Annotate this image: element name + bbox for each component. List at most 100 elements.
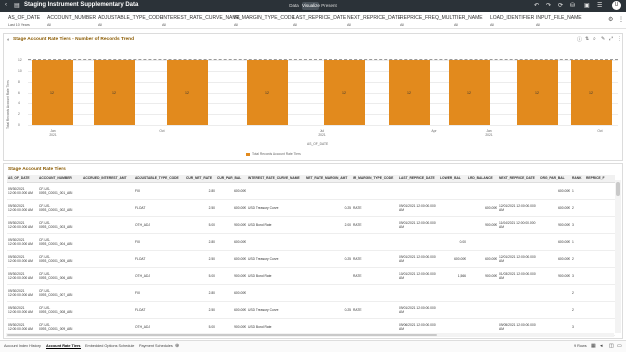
table-cell: 3 [571, 216, 585, 234]
legend-swatch [246, 153, 250, 156]
refresh-icon[interactable]: ⟳ [558, 2, 563, 9]
more-icon[interactable]: ⋮ [618, 16, 624, 23]
tab-account-index-history[interactable]: Account Index History [4, 344, 41, 348]
table-cell: FIX [134, 182, 185, 200]
table-cell: CF-US-0093_C0001_003_ABI [38, 216, 82, 234]
column-header[interactable]: LAST_REPRICE_DATE [398, 175, 439, 183]
filter-as-of-date[interactable]: AS_OF_DATE Last 10 Years [8, 15, 40, 27]
workbook-icon: ▤ [14, 3, 20, 9]
filter-interest-rate-curve-name[interactable]: INTEREST_RATE_CURVE_NAME All [162, 15, 240, 27]
prev-icon[interactable]: ◂ [600, 343, 603, 349]
table-cell: 09/01/2021 12:00:00.000 AM [398, 301, 439, 319]
table-row[interactable]: 09/30/2021 12:00:00.000 AM CF-US-0093_C00… [7, 301, 615, 319]
table-cell: USD Treasury Curve [247, 301, 305, 319]
table-row[interactable]: 09/30/2021 12:00:00.000 AM CF-US-0093_C00… [7, 250, 615, 268]
column-header[interactable]: ADJUSTABLE_TYPE_CODE [134, 175, 185, 183]
table-row[interactable]: 09/30/2021 12:00:00.000 AM CF-US-0093_C00… [7, 284, 615, 302]
chart-edit-icon[interactable]: ✎ [601, 36, 605, 42]
table-cell: 09/30/2021 12:00:00.000 AM [7, 233, 38, 251]
column-header[interactable]: NEXT_REPRICE_DATE [498, 175, 539, 183]
column-header[interactable]: RANK [571, 175, 585, 183]
column-header[interactable]: CUR_NET_RATE [185, 175, 216, 183]
x-axis-label: AS_OF_DATE [307, 142, 329, 146]
grid-icon[interactable]: ▦ [591, 343, 596, 349]
filter-tier-name[interactable]: TIER_NAME All [454, 15, 483, 27]
column-header[interactable]: INTEREST_RATE_CURVE_NAME [247, 175, 305, 183]
table-row[interactable]: 09/30/2021 12:00:00.000 AM CF-US-0093_C00… [7, 182, 615, 200]
table-cell [82, 233, 134, 251]
column-header[interactable]: LOWER_BAL [439, 175, 467, 183]
table-cell [498, 182, 539, 200]
back-icon[interactable]: ‹ [5, 2, 7, 8]
page-title: Staging Instrument Supplementary Data [24, 2, 139, 8]
column-header[interactable]: REPRICE_F [585, 175, 615, 183]
table-row[interactable]: 09/30/2021 12:00:00.000 AM CF-US-0093_C00… [7, 233, 615, 251]
data-icon[interactable]: ⛁ [570, 2, 575, 9]
chart-more-icon[interactable]: ⋮ [617, 36, 622, 42]
column-header[interactable]: ACCRUED_INTEREST_AMT [82, 175, 134, 183]
column-header[interactable]: CUR_PAR_BAL [216, 175, 247, 183]
table-cell: 600.00€ [216, 233, 247, 251]
table-cell: CF-US-0093_C0001_002_ABI [38, 199, 82, 217]
tab-account-rate-tiers[interactable]: Account Rate Tiers [46, 344, 81, 349]
table-cell: 600.00€ [467, 250, 498, 268]
filter-settings-icon[interactable]: ⚙ [608, 16, 613, 23]
redo-icon[interactable]: ↷ [546, 2, 551, 9]
table-cell: 09/30/2021 12:00:00.000 AM [7, 182, 38, 200]
tab-embedded-options-schedule[interactable]: Embedded Options Schedule [85, 344, 134, 348]
chart-search-icon[interactable]: ⌕ [593, 36, 596, 42]
table-cell [82, 250, 134, 268]
column-header[interactable]: ORG_PAR_BAL [539, 175, 571, 183]
gridline [28, 125, 618, 126]
menu-icon[interactable]: ☰ [597, 2, 602, 9]
panel-icon[interactable]: ▭ [617, 343, 622, 349]
tab-data[interactable]: Data [288, 2, 300, 10]
column-header[interactable]: NET_RATE_MARGIN_AMT [305, 175, 352, 183]
bar-data-label: 12 [342, 90, 346, 95]
tab-present[interactable]: Present [321, 2, 337, 10]
table-cell [398, 284, 439, 302]
chart-expand-icon[interactable]: ⤢ [609, 36, 613, 42]
undo-icon[interactable]: ↶ [534, 2, 539, 9]
split-view-icon[interactable]: ◫ [609, 343, 614, 349]
table-cell: 12/01/2021 12:00:00.000 AM [498, 199, 539, 217]
filter-reprice-freq-mult[interactable]: REPRICE_FREQ_MULT All [400, 15, 455, 27]
table-row[interactable]: 09/30/2021 12:00:00.000 AM CF-US-0093_C00… [7, 199, 615, 217]
horizontal-scrollbar[interactable] [6, 333, 614, 337]
table-cell: OTH_ADJ [134, 216, 185, 234]
filter-last-reprice-date[interactable]: LAST_REPRICE_DATE All [293, 15, 346, 27]
y-tick-label: 10 [18, 68, 22, 73]
save-icon[interactable]: ▣ [584, 2, 590, 9]
table-row[interactable]: 09/30/2021 12:00:00.000 AM CF-US-0093_C00… [7, 216, 615, 234]
filter-account-number[interactable]: ACCOUNT_NUMBER All [47, 15, 96, 27]
table-cell: 600.00€ [216, 301, 247, 319]
add-tab-icon[interactable]: ⊕ [175, 343, 179, 349]
column-header[interactable]: ACCOUNT_NUMBER [38, 175, 82, 183]
vertical-scrollbar[interactable] [615, 180, 621, 333]
chart-title: Stage Account Rate Tiers - Number of Rec… [13, 37, 135, 42]
table-cell: RATE [352, 250, 398, 268]
table-row[interactable]: 09/30/2021 12:00:00.000 AM CF-US-0093_C00… [7, 267, 615, 285]
tab-visualize[interactable]: Visualize [302, 2, 320, 10]
table-card: Stage Account Rate Tiers AS_OF_DATE ACCOU… [3, 163, 623, 339]
column-header[interactable]: AS_OF_DATE [7, 175, 38, 183]
table-cell: 900.00€ [467, 267, 498, 285]
table-cell: 09/30/2021 12:00:00.000 AM [7, 284, 38, 302]
avatar[interactable]: U [612, 1, 621, 10]
filter-adjustable-type-code[interactable]: ADJUSTABLE_TYPE_CODE All [98, 15, 163, 27]
chart-sort-icon[interactable]: ⇅ [585, 36, 589, 42]
chart-help-icon[interactable]: ◐ [7, 37, 10, 43]
table-cell: FIX [134, 233, 185, 251]
filter-load-identifier[interactable]: LOAD_IDENTIFIER All [490, 15, 534, 27]
table-cell: CF-US-0093_C0001_008_ABI [38, 301, 82, 319]
x-tick-label: Apr [431, 129, 437, 133]
column-header[interactable]: LRD_BALANCE [467, 175, 498, 183]
filter-next-reprice-date[interactable]: NEXT_REPRICE_DATE All [347, 15, 401, 27]
table-cell: 2.80 [185, 182, 216, 200]
column-header[interactable]: IR_MARGIN_TYPE_CODE [352, 175, 398, 183]
filter-input-file-name[interactable]: INPUT_FILE_NAME All [536, 15, 582, 27]
chart-info-icon[interactable]: ⓘ [577, 36, 582, 43]
filter-ir-margin-type-code[interactable]: IR_MARGIN_TYPE_CODE All [234, 15, 295, 27]
tab-payment-schedules[interactable]: Payment Schedules [139, 344, 173, 348]
table-cell [585, 267, 615, 285]
